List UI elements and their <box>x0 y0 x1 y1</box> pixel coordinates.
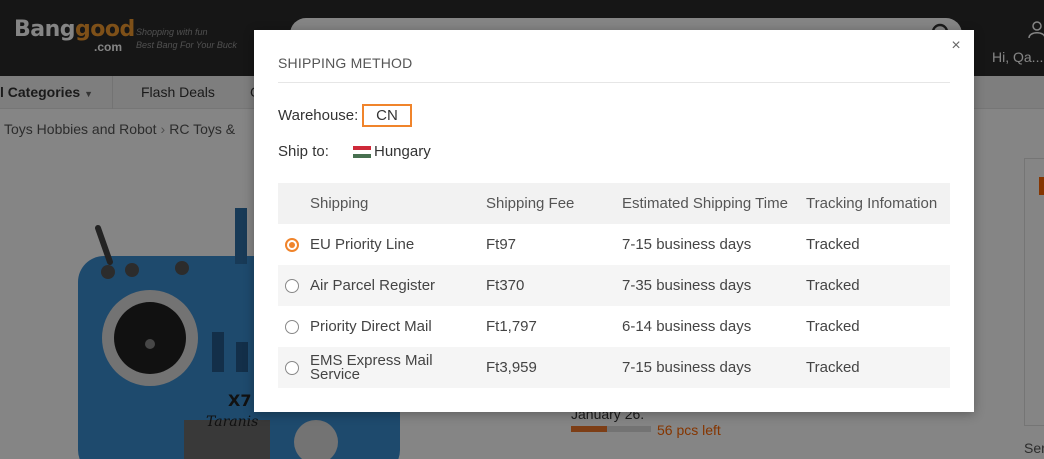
shipping-fee: Ft97 <box>486 236 517 253</box>
radio-button[interactable] <box>285 278 299 293</box>
shipping-fee: Ft1,797 <box>486 318 537 335</box>
warehouse-select[interactable]: CN <box>362 104 412 127</box>
tracking-info: Tracked <box>806 347 950 388</box>
radio-button[interactable] <box>285 360 299 375</box>
shipping-fee: Ft3,959 <box>486 347 622 388</box>
shipping-time: 7-35 business days <box>622 265 806 306</box>
table-row[interactable]: Priority Direct Mail Ft1,797 6-14 busine… <box>278 306 950 347</box>
table-header-cell: Shipping Fee <box>486 183 622 224</box>
shipping-options-table: Shipping Shipping Fee Estimated Shipping… <box>278 183 950 388</box>
dialog-title: SHIPPING METHOD <box>278 55 413 71</box>
shipping-fee: Ft370 <box>486 265 622 306</box>
shipping-name: EMS Express Mail Service <box>310 347 486 388</box>
shipping-name: EU Priority Line <box>310 236 415 253</box>
table-row[interactable]: EU Priority Line Ft97 7-15 business days… <box>278 224 950 265</box>
tracking-info: Tracked <box>806 265 950 306</box>
table-header-cell <box>278 183 310 224</box>
tracking-info: Tracked <box>806 236 860 253</box>
table-row[interactable]: Air Parcel Register Ft370 7-35 business … <box>278 265 950 306</box>
radio-button[interactable] <box>285 237 299 252</box>
close-icon[interactable]: × <box>947 37 965 55</box>
warehouse-label: Warehouse: <box>278 107 359 124</box>
shipping-name: Air Parcel Register <box>310 265 486 306</box>
tracking-info: Tracked <box>806 318 860 335</box>
radio-button[interactable] <box>285 319 299 334</box>
flag-stripe <box>353 154 371 158</box>
hungary-flag-icon <box>353 146 371 158</box>
shipping-name: Priority Direct Mail <box>310 318 432 335</box>
table-header-row: Shipping Shipping Fee Estimated Shipping… <box>278 183 950 224</box>
dialog-divider <box>278 82 950 83</box>
shipping-time: 7-15 business days <box>622 347 806 388</box>
ship-to-country[interactable]: Hungary <box>374 143 431 160</box>
table-header-cell: Shipping <box>310 183 486 224</box>
table-row[interactable]: EMS Express Mail Service Ft3,959 7-15 bu… <box>278 347 950 388</box>
shipping-time: 7-15 business days <box>622 236 752 253</box>
ship-to-label: Ship to: <box>278 143 329 160</box>
shipping-time: 6-14 business days <box>622 318 752 335</box>
table-header-cell: Estimated Shipping Time <box>622 183 806 224</box>
shipping-method-dialog: × SHIPPING METHOD Warehouse: CN Ship to:… <box>254 30 974 412</box>
table-header-cell: Tracking Infomation <box>806 183 950 224</box>
